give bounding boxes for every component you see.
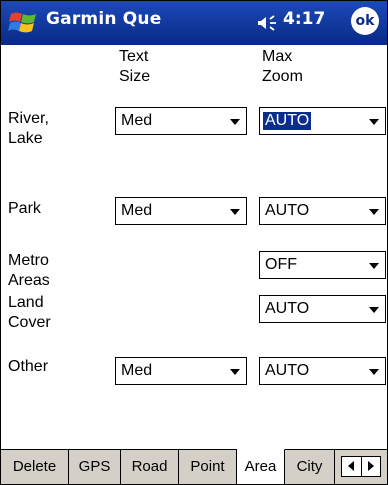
tab-road[interactable]: Road <box>121 450 179 484</box>
max-zoom-header: Max Zoom <box>262 47 303 87</box>
device-screen: Garmin Que 4:17 ok Text Size Max Zoom Ri… <box>0 0 388 485</box>
dropdown-value: AUTO <box>265 202 310 219</box>
row-label-land-cover: Land Cover <box>8 293 51 333</box>
ok-button[interactable]: ok <box>351 7 379 35</box>
metro-areas-max-zoom-dropdown[interactable]: OFF <box>259 251 386 279</box>
river-lake-text-size-dropdown[interactable]: Med <box>115 107 247 135</box>
text-size-header-line1: Text <box>119 48 149 65</box>
row-label-metro-areas: Metro Areas <box>8 251 50 291</box>
row-label-line1: Other <box>8 358 49 375</box>
tab-delete[interactable]: Delete <box>1 450 69 484</box>
scroll-left-arrow-icon <box>348 461 354 471</box>
land-cover-max-zoom-dropdown[interactable]: AUTO <box>259 295 386 323</box>
max-zoom-header-line1: Max <box>262 48 293 65</box>
tab-scroll-buttons <box>341 456 381 477</box>
title-bar: Garmin Que 4:17 ok <box>1 1 387 45</box>
max-zoom-header-line2: Zoom <box>262 68 303 85</box>
park-max-zoom-dropdown[interactable]: AUTO <box>259 197 386 225</box>
dropdown-arrow-icon <box>230 209 240 215</box>
row-label-line1: Park <box>8 200 41 217</box>
dropdown-value: Med <box>121 202 153 219</box>
tab-area[interactable]: Area <box>237 449 285 484</box>
row-label-line1: Land <box>8 294 44 311</box>
row-label-other: Other <box>8 357 48 377</box>
dropdown-arrow-icon <box>369 263 379 269</box>
tab-city[interactable]: City <box>285 450 335 484</box>
tab-gps[interactable]: GPS <box>69 450 121 484</box>
dropdown-arrow-icon <box>230 369 240 375</box>
dropdown-value: Med <box>121 362 153 379</box>
clock-time[interactable]: 4:17 <box>283 9 325 29</box>
row-label-line2: Lake <box>8 130 43 147</box>
windows-flag-icon[interactable] <box>8 10 38 36</box>
dropdown-value: OFF <box>265 256 297 273</box>
dropdown-arrow-icon <box>369 119 379 125</box>
scroll-right-arrow-icon <box>368 461 374 471</box>
dropdown-arrow-icon <box>230 119 240 125</box>
area-settings-panel: Text Size Max Zoom River, Lake Med AUTO … <box>1 45 387 449</box>
park-text-size-dropdown[interactable]: Med <box>115 197 247 225</box>
dropdown-value: AUTO <box>265 300 310 317</box>
tab-bar: Delete GPS Road Point Area City <box>1 449 387 484</box>
dropdown-value: AUTO <box>265 362 310 379</box>
tab-point[interactable]: Point <box>179 450 237 484</box>
scroll-right-button[interactable] <box>361 457 380 476</box>
app-title: Garmin Que <box>46 9 162 29</box>
dropdown-arrow-icon <box>369 209 379 215</box>
text-size-header-line2: Size <box>119 68 151 85</box>
dropdown-arrow-icon <box>369 369 379 375</box>
dropdown-arrow-icon <box>369 307 379 313</box>
speaker-icon[interactable] <box>257 14 279 32</box>
dropdown-value: AUTO <box>263 112 312 130</box>
other-text-size-dropdown[interactable]: Med <box>115 357 247 385</box>
row-label-river-lake: River, Lake <box>8 109 49 149</box>
scroll-left-button[interactable] <box>342 457 362 476</box>
row-label-line1: Metro <box>8 252 49 269</box>
text-size-header: Text Size <box>119 47 150 87</box>
row-label-park: Park <box>8 199 41 219</box>
river-lake-max-zoom-dropdown[interactable]: AUTO <box>259 107 386 135</box>
row-label-line1: River, <box>8 110 49 127</box>
dropdown-value: Med <box>121 112 153 129</box>
other-max-zoom-dropdown[interactable]: AUTO <box>259 357 386 385</box>
row-label-line2: Areas <box>8 272 50 289</box>
row-label-line2: Cover <box>8 314 51 331</box>
